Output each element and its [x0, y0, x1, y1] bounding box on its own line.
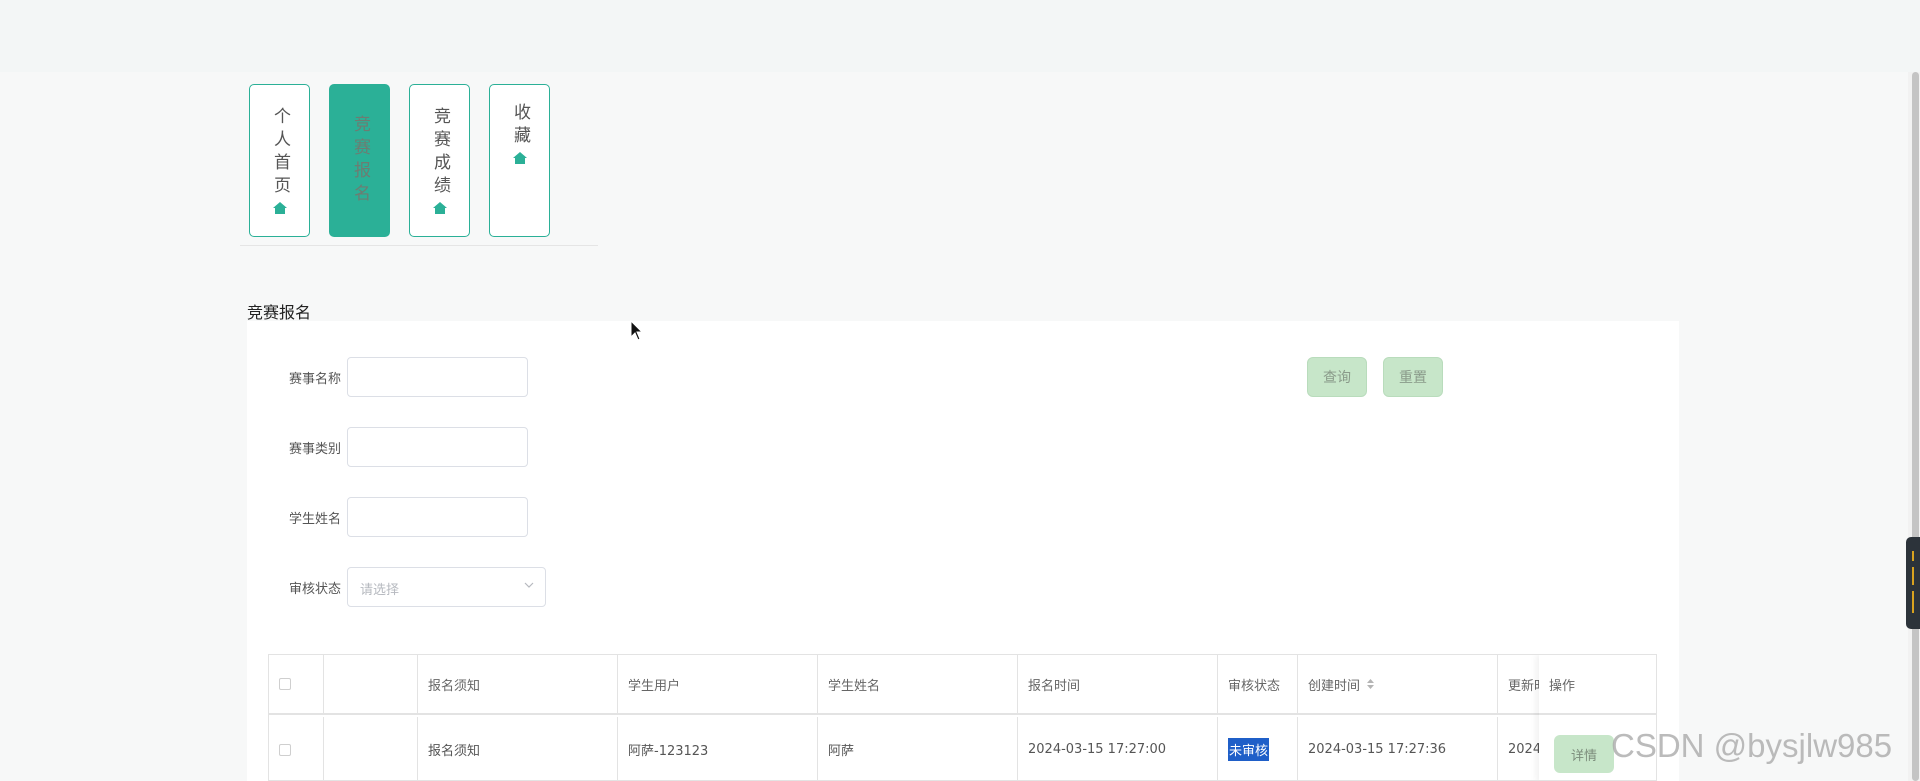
side-widget[interactable] — [1906, 537, 1920, 629]
field-label: 审核状态 — [288, 581, 341, 597]
nav-item-label: 个人首页 — [270, 106, 290, 199]
review-status-select[interactable]: 请选择 — [347, 567, 546, 607]
table-cell-notice: 报名须知 — [418, 717, 618, 780]
table-cell-signup-time: 2024-03-15 17:27:00 — [1018, 717, 1218, 780]
column-header-index — [324, 655, 418, 715]
select-placeholder: 请选择 — [360, 583, 400, 598]
table-cell-index — [324, 717, 418, 780]
reset-button[interactable]: 重置 — [1383, 357, 1443, 397]
home-icon — [272, 201, 287, 214]
select-all-checkbox[interactable] — [279, 678, 291, 690]
nav-item-label: 竞赛成绩 — [430, 106, 450, 199]
column-header-signup-time: 报名时间 — [1018, 655, 1218, 715]
mouse-cursor-icon — [630, 320, 644, 341]
home-icon — [512, 152, 527, 164]
form-row-event-name: 赛事名称 — [283, 357, 528, 397]
student-name-input[interactable] — [347, 497, 528, 537]
column-header-actions: 操作 — [1539, 655, 1656, 715]
nav-item-label: 收藏 — [510, 103, 530, 149]
field-label: 赛事名称 — [288, 371, 341, 387]
column-header-notice: 报名须知 — [418, 655, 618, 715]
column-header-status: 审核状态 — [1218, 655, 1298, 715]
detail-button[interactable]: 详情 — [1554, 735, 1614, 773]
form-row-review-status: 审核状态 请选择 — [283, 567, 546, 607]
home-icon — [432, 201, 447, 214]
signup-table: 报名须知 学生用户 学生姓名 报名时间 审核状态 创建时间 更新时 报名须知 阿… — [268, 654, 1657, 781]
page-title: 竞赛报名 — [247, 303, 312, 322]
main-nav: 个人首页 竞赛报名 竞赛成绩 收藏 — [240, 82, 598, 246]
table-cell-status: 未审核 — [1218, 717, 1298, 780]
main-panel: 赛事名称 赛事类别 学生姓名 审核状态 请选择 查询 重置 报名须知 学生用户 … — [247, 321, 1679, 781]
form-row-student-name: 学生姓名 — [283, 497, 528, 537]
table-cell-created: 2024-03-15 17:27:36 — [1298, 717, 1498, 780]
column-header-name: 学生姓名 — [818, 655, 1018, 715]
watermark: CSDN @bysjlw985 — [1611, 727, 1893, 764]
status-badge: 未审核 — [1228, 738, 1270, 761]
field-label: 学生姓名 — [288, 511, 341, 527]
nav-item-competition-signup[interactable]: 竞赛报名 — [329, 84, 390, 237]
chevron-down-icon — [524, 582, 534, 588]
field-label: 赛事类别 — [288, 441, 341, 457]
event-category-input[interactable] — [347, 427, 528, 467]
event-name-input[interactable] — [347, 357, 528, 397]
column-header-user: 学生用户 — [618, 655, 818, 715]
nav-item-favorites[interactable]: 收藏 — [489, 84, 550, 237]
column-header-created[interactable]: 创建时间 — [1298, 655, 1498, 715]
sort-icon[interactable] — [1366, 678, 1375, 690]
row-checkbox[interactable] — [279, 743, 291, 756]
select-all-cell — [269, 655, 324, 715]
nav-item-competition-scores[interactable]: 竞赛成绩 — [409, 84, 470, 237]
top-header-bar — [0, 0, 1920, 72]
column-header-label: 创建时间 — [1308, 678, 1361, 694]
nav-item-label: 竞赛报名 — [350, 114, 370, 207]
scrollbar-thumb[interactable] — [1912, 72, 1919, 781]
query-button[interactable]: 查询 — [1307, 357, 1367, 397]
table-cell-name: 阿萨 — [818, 717, 1018, 780]
nav-item-home[interactable]: 个人首页 — [249, 84, 310, 237]
form-row-event-category: 赛事类别 — [283, 427, 528, 467]
table-cell-user: 阿萨-123123 — [618, 717, 818, 780]
row-select-cell — [269, 717, 324, 780]
